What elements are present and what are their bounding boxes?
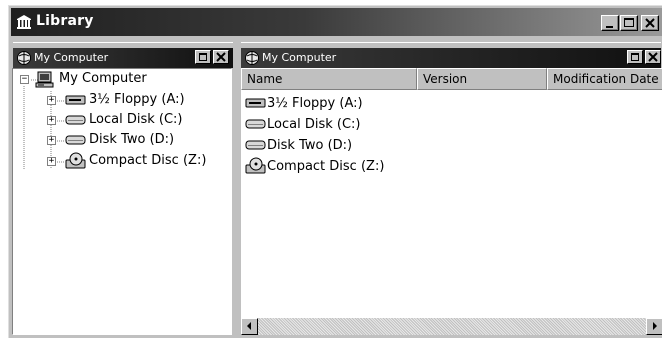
library-icon — [16, 14, 32, 30]
title-bar[interactable]: Library — [11, 8, 662, 36]
maximize-button[interactable] — [620, 15, 638, 31]
tree-item-label: Disk Two (D:) — [89, 132, 175, 147]
hard-disk-icon — [245, 117, 267, 133]
list-item-floppy[interactable]: 3½ Floppy (A:) — [245, 94, 415, 114]
list-item-label: Local Disk (C:) — [267, 117, 361, 132]
list-pane-header-wrap: My Computer — [241, 48, 661, 68]
tree-item-my-computer[interactable]: − My Computer — [13, 70, 231, 90]
expand-toggle[interactable]: + — [47, 157, 56, 166]
column-header-modification-date[interactable]: Modification Date — [547, 68, 662, 90]
collapse-toggle[interactable]: − — [20, 75, 29, 84]
cd-drive-icon — [245, 157, 267, 174]
expand-toggle[interactable]: + — [47, 136, 56, 145]
tree-pane-title: My Computer — [34, 51, 109, 64]
list-item-label: Compact Disc (Z:) — [267, 159, 385, 174]
window-title: Library — [36, 13, 94, 29]
list-pane-header[interactable]: My Computer — [241, 48, 661, 68]
list-pane-title: My Computer — [262, 51, 337, 64]
tree-item-label: My Computer — [59, 71, 147, 86]
my-computer-pane-icon — [16, 50, 32, 66]
list-pane-maximize-button[interactable] — [627, 50, 643, 64]
cd-drive-icon — [65, 152, 87, 169]
floppy-drive-icon — [65, 93, 87, 109]
scroll-left-button[interactable] — [241, 318, 258, 335]
horizontal-scrollbar[interactable] — [241, 318, 662, 335]
my-computer-pane-icon — [244, 50, 260, 66]
hard-disk-icon — [65, 133, 87, 149]
hard-disk-icon — [245, 138, 267, 154]
close-button[interactable] — [641, 15, 659, 31]
tree-item-local-disk[interactable]: + Local Disk (C:) — [13, 111, 231, 131]
tree-pane-maximize-button[interactable] — [195, 50, 211, 64]
file-list[interactable]: Name Version Modification Date 3½ Floppy… — [241, 68, 662, 318]
tree-item-label: Compact Disc (Z:) — [89, 153, 207, 168]
tree-pane-close-button[interactable] — [213, 50, 229, 64]
expand-toggle[interactable]: + — [47, 116, 56, 125]
library-window: Library My Computer − My Computer + 3½ F… — [8, 5, 662, 338]
column-header-version[interactable]: Version — [417, 68, 547, 90]
tree-pane-header[interactable]: My Computer — [13, 48, 233, 68]
folder-tree[interactable]: − My Computer + 3½ Floppy (A:) + Local D… — [12, 68, 232, 335]
list-item-disk-two[interactable]: Disk Two (D:) — [245, 136, 415, 156]
list-item-compact-disc[interactable]: Compact Disc (Z:) — [245, 157, 415, 177]
tree-item-label: 3½ Floppy (A:) — [89, 92, 185, 107]
tree-item-disk-two[interactable]: + Disk Two (D:) — [13, 131, 231, 151]
minimize-button[interactable] — [601, 15, 619, 31]
expand-toggle[interactable]: + — [47, 96, 56, 105]
floppy-drive-icon — [245, 96, 267, 112]
tree-pane-header-wrap: My Computer — [13, 48, 233, 68]
column-header-name[interactable]: Name — [241, 68, 417, 90]
scroll-right-button[interactable] — [646, 318, 662, 335]
tree-item-compact-disc[interactable]: + Compact Disc (Z:) — [13, 152, 231, 172]
list-item-local-disk[interactable]: Local Disk (C:) — [245, 115, 415, 135]
computer-icon — [35, 71, 57, 88]
list-item-label: Disk Two (D:) — [267, 138, 353, 153]
list-pane-close-button[interactable] — [645, 50, 661, 64]
tree-item-floppy[interactable]: + 3½ Floppy (A:) — [13, 91, 231, 111]
list-item-label: 3½ Floppy (A:) — [267, 96, 363, 111]
tree-item-label: Local Disk (C:) — [89, 112, 183, 127]
hard-disk-icon — [65, 113, 87, 129]
